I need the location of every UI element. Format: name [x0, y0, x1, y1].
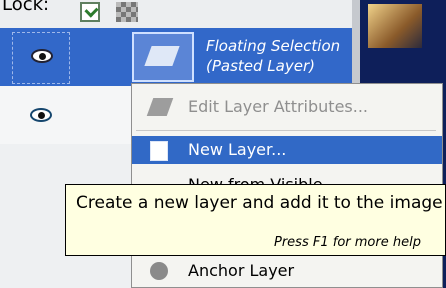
new-layer-icon — [150, 141, 168, 161]
menu-label: New Layer... — [188, 140, 287, 159]
lock-pixels-checkbox[interactable] — [80, 2, 100, 22]
menu-item-anchor-layer[interactable]: Anchor Layer — [132, 254, 442, 288]
pencil-icon — [146, 98, 174, 116]
tooltip: Create a new layer and add it to the ima… — [65, 184, 446, 256]
layer-name: Floating Selection (Pasted Layer) — [206, 36, 340, 76]
eye-icon[interactable] — [30, 108, 52, 122]
layer-row-floating-selection[interactable]: Floating Selection (Pasted Layer) — [0, 28, 352, 86]
layer-name-line1: Floating Selection — [206, 37, 341, 55]
lock-row: Lock: — [0, 0, 360, 28]
visibility-toggle[interactable] — [12, 32, 70, 84]
layer-thumbnail — [132, 32, 194, 82]
tooltip-text: Create a new layer and add it to the ima… — [76, 193, 443, 213]
image-thumbnail — [368, 4, 422, 48]
lock-alpha-icon[interactable] — [116, 2, 138, 22]
menu-label: Edit Layer Attributes... — [188, 97, 369, 116]
anchor-icon — [150, 262, 168, 280]
floating-selection-icon — [144, 46, 180, 66]
tooltip-help: Press F1 for more help — [274, 235, 421, 250]
menu-item-edit-layer-attributes[interactable]: Edit Layer Attributes... — [132, 90, 442, 124]
layer-name-line2: (Pasted Layer) — [206, 57, 315, 75]
lock-label: Lock: — [2, 0, 50, 15]
menu-separator — [136, 130, 436, 131]
menu-label: Anchor Layer — [188, 261, 295, 280]
eye-icon — [31, 49, 53, 63]
menu-item-new-layer[interactable]: New Layer... — [132, 136, 442, 164]
